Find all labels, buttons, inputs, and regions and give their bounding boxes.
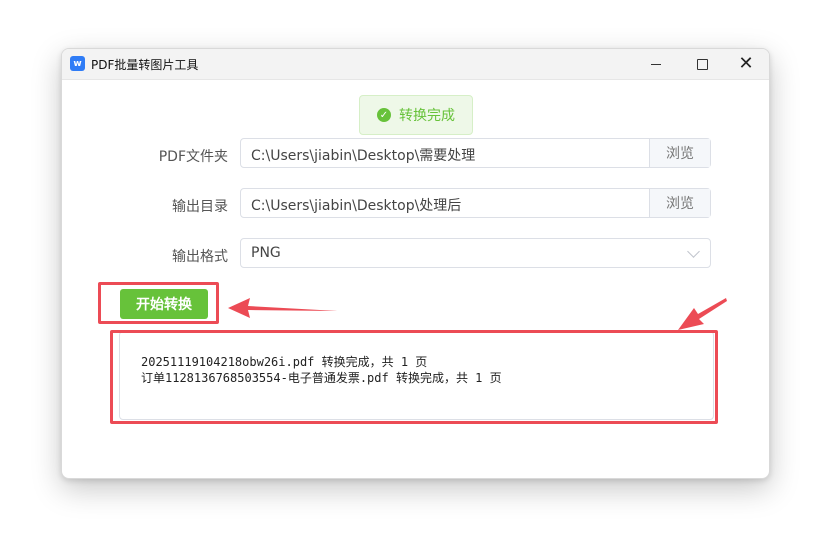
- output-format-select[interactable]: PNG: [240, 238, 711, 268]
- window-title: PDF批量转图片工具: [91, 58, 199, 72]
- log-highlight: [110, 330, 718, 424]
- output-dir-label: 输出目录: [172, 199, 228, 215]
- start-button-highlight: [98, 282, 219, 324]
- output-dir-field[interactable]: C:\Users\jiabin\Desktop\处理后 浏览: [240, 188, 711, 218]
- maximize-button[interactable]: [679, 49, 725, 79]
- pdf-folder-field[interactable]: C:\Users\jiabin\Desktop\需要处理 浏览: [240, 138, 711, 168]
- output-dir-value: C:\Users\jiabin\Desktop\处理后: [251, 198, 462, 214]
- chevron-down-icon: [687, 245, 700, 258]
- pdf-folder-browse-button[interactable]: 浏览: [649, 139, 710, 167]
- output-format-label: 输出格式: [172, 249, 228, 265]
- output-dir-browse-button[interactable]: 浏览: [649, 189, 710, 217]
- minimize-icon: [651, 63, 661, 65]
- toast-message: 转换完成: [399, 108, 455, 124]
- pdf-folder-value: C:\Users\jiabin\Desktop\需要处理: [251, 148, 476, 164]
- success-toast: ✓ 转换完成: [359, 95, 473, 135]
- output-format-value: PNG: [251, 245, 281, 261]
- title-bar: w PDF批量转图片工具 ✕: [62, 49, 769, 80]
- close-button[interactable]: ✕: [723, 49, 769, 79]
- app-logo-icon: w: [70, 56, 85, 71]
- close-icon: ✕: [738, 53, 754, 74]
- maximize-icon: [696, 58, 708, 70]
- check-circle-icon: ✓: [377, 108, 391, 122]
- minimize-button[interactable]: [633, 49, 679, 79]
- pdf-folder-label: PDF文件夹: [158, 149, 228, 165]
